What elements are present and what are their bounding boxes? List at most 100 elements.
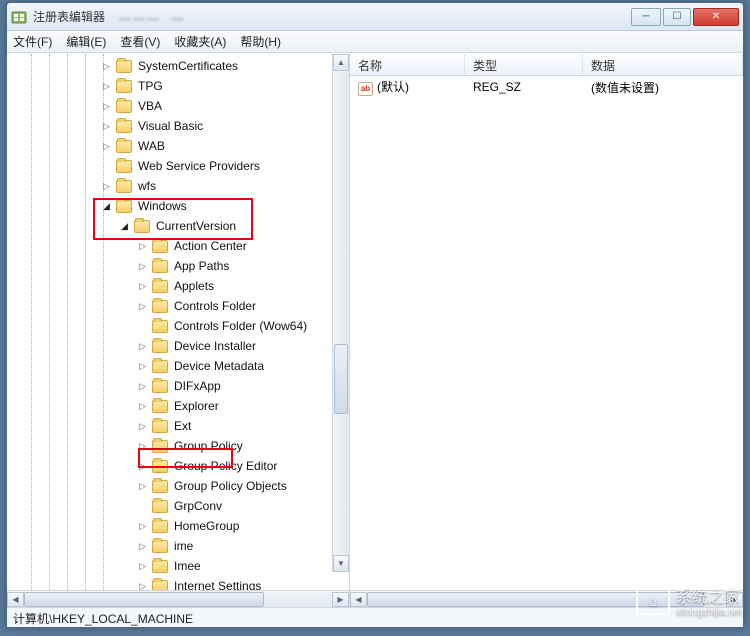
tree-item[interactable]: ▷Ext: [11, 416, 349, 436]
tree-item-label: SystemCertificates: [136, 58, 240, 74]
expand-icon[interactable]: ▷: [137, 381, 148, 392]
tree-item[interactable]: ▷Group Policy Editor: [11, 456, 349, 476]
expand-icon[interactable]: ▷: [101, 81, 112, 92]
folder-icon: [152, 440, 168, 453]
tree-item[interactable]: ▷HomeGroup: [11, 516, 349, 536]
expand-icon[interactable]: ▷: [137, 561, 148, 572]
vscroll-thumb[interactable]: [334, 344, 348, 414]
hscroll-thumb[interactable]: [367, 592, 704, 607]
tree-item[interactable]: ▷Imee: [11, 556, 349, 576]
folder-icon: [152, 580, 168, 591]
scroll-left-button[interactable]: ◀: [350, 592, 367, 607]
col-name[interactable]: 名称: [350, 54, 465, 75]
menu-file[interactable]: 文件(F): [13, 33, 52, 50]
tree-vscrollbar[interactable]: ▲ ▼: [332, 54, 349, 572]
tree-item[interactable]: ▷wfs: [11, 176, 349, 196]
menu-help[interactable]: 帮助(H): [240, 33, 281, 50]
expand-icon[interactable]: ▷: [101, 121, 112, 132]
tree-item[interactable]: ▷Controls Folder: [11, 296, 349, 316]
tree-item[interactable]: ▷Applets: [11, 276, 349, 296]
tree-item-label: Device Installer: [172, 338, 258, 354]
expand-icon[interactable]: ▷: [137, 261, 148, 272]
tree-item[interactable]: Controls Folder (Wow64): [11, 316, 349, 336]
tree-hscrollbar[interactable]: ◀ ▶: [7, 590, 349, 607]
tree-pane: ▷ SystemCertificates ▷ TPG ▷VBA▷Visual Basic…: [7, 54, 350, 607]
expand-icon[interactable]: ▷: [137, 421, 148, 432]
folder-icon: [134, 220, 150, 233]
folder-icon: [116, 180, 132, 193]
tree-item[interactable]: ▷ Group Policy Objects: [11, 476, 349, 496]
tree-item[interactable]: ▷ Device Installer: [11, 336, 349, 356]
tree-item[interactable]: ▷WAB: [11, 136, 349, 156]
menu-favorites[interactable]: 收藏夹(A): [174, 33, 226, 50]
tree-item[interactable]: ▷ App Paths: [11, 256, 349, 276]
tree-item[interactable]: ▷Explorer: [11, 396, 349, 416]
expand-icon[interactable]: ▷: [137, 241, 148, 252]
tree-item[interactable]: ▷ TPG: [11, 76, 349, 96]
folder-icon: [152, 240, 168, 253]
col-type[interactable]: 类型: [465, 54, 583, 75]
expand-icon[interactable]: ▷: [101, 61, 112, 72]
scroll-down-button[interactable]: ▼: [333, 555, 349, 572]
tree-item[interactable]: ▷Device Metadata: [11, 356, 349, 376]
tree-item[interactable]: ▷DIFxApp: [11, 376, 349, 396]
expand-icon[interactable]: ▷: [137, 521, 148, 532]
folder-icon: [152, 340, 168, 353]
tree-item[interactable]: ▷Action Center: [11, 236, 349, 256]
folder-icon: [116, 140, 132, 153]
folder-icon: [152, 460, 168, 473]
tree-item-label: TPG: [136, 78, 165, 94]
tree-item-label: ime: [172, 538, 195, 554]
tree-item-label: Group Policy Objects: [172, 478, 289, 494]
tree-item[interactable]: ▷Internet Settings: [11, 576, 349, 590]
maximize-button[interactable]: ☐: [663, 8, 691, 26]
tree-item[interactable]: ◢ CurrentVersion: [11, 216, 349, 236]
tree-item[interactable]: ▷VBA: [11, 96, 349, 116]
hscroll-thumb[interactable]: [24, 592, 264, 607]
scroll-up-button[interactable]: ▲: [333, 54, 349, 71]
tree-item-label: App Paths: [172, 258, 231, 274]
window-title: 注册表编辑器: [33, 8, 105, 25]
expand-icon[interactable]: ▷: [137, 301, 148, 312]
close-button[interactable]: ✕: [693, 8, 739, 26]
col-data[interactable]: 数据: [583, 54, 743, 75]
expand-icon[interactable]: ▷: [137, 281, 148, 292]
folder-icon: [152, 380, 168, 393]
tree-item[interactable]: ▷Visual Basic: [11, 116, 349, 136]
list-row[interactable]: ab(默认)REG_SZ(数值未设置): [350, 78, 743, 96]
collapse-icon[interactable]: ◢: [101, 201, 112, 212]
scroll-left-button[interactable]: ◀: [7, 592, 24, 607]
tree-item[interactable]: ▷Group Policy: [11, 436, 349, 456]
scroll-right-button[interactable]: ▶: [726, 592, 743, 607]
scroll-right-button[interactable]: ▶: [332, 592, 349, 607]
menu-view[interactable]: 查看(V): [120, 33, 160, 50]
tree-item[interactable]: Web Service Providers: [11, 156, 349, 176]
expand-icon[interactable]: ▷: [101, 181, 112, 192]
titlebar[interactable]: 注册表编辑器 ▬▬▬ ▬ ─ ☐ ✕: [7, 3, 743, 31]
minimize-button[interactable]: ─: [631, 8, 661, 26]
tree-item[interactable]: GrpConv: [11, 496, 349, 516]
expand-icon[interactable]: ▷: [137, 441, 148, 452]
tree-item[interactable]: ▷ SystemCertificates: [11, 56, 349, 76]
expand-icon[interactable]: ▷: [137, 401, 148, 412]
expand-icon[interactable]: ▷: [137, 581, 148, 591]
expand-icon[interactable]: ▷: [137, 361, 148, 372]
tree-item-label: CurrentVersion: [154, 218, 238, 234]
menubar: 文件(F) 编辑(E) 查看(V) 收藏夹(A) 帮助(H): [7, 31, 743, 53]
folder-icon: [152, 280, 168, 293]
list-body[interactable]: ab(默认)REG_SZ(数值未设置): [350, 76, 743, 590]
expand-icon[interactable]: ▷: [137, 481, 148, 492]
expand-icon[interactable]: ▷: [137, 341, 148, 352]
expand-icon[interactable]: ▷: [101, 141, 112, 152]
tree-item[interactable]: ◢Windows: [11, 196, 349, 216]
collapse-icon[interactable]: ◢: [119, 221, 130, 232]
expand-icon[interactable]: ▷: [101, 101, 112, 112]
tree-item[interactable]: ▷ ime: [11, 536, 349, 556]
string-value-icon: ab: [358, 82, 373, 96]
folder-icon: [152, 500, 168, 513]
menu-edit[interactable]: 编辑(E): [66, 33, 106, 50]
expand-icon[interactable]: ▷: [137, 541, 148, 552]
tree-scroll[interactable]: ▷ SystemCertificates ▷ TPG ▷VBA▷Visual Basic…: [7, 54, 349, 590]
list-hscrollbar[interactable]: ◀ ▶: [350, 590, 743, 607]
expand-icon[interactable]: ▷: [137, 461, 148, 472]
